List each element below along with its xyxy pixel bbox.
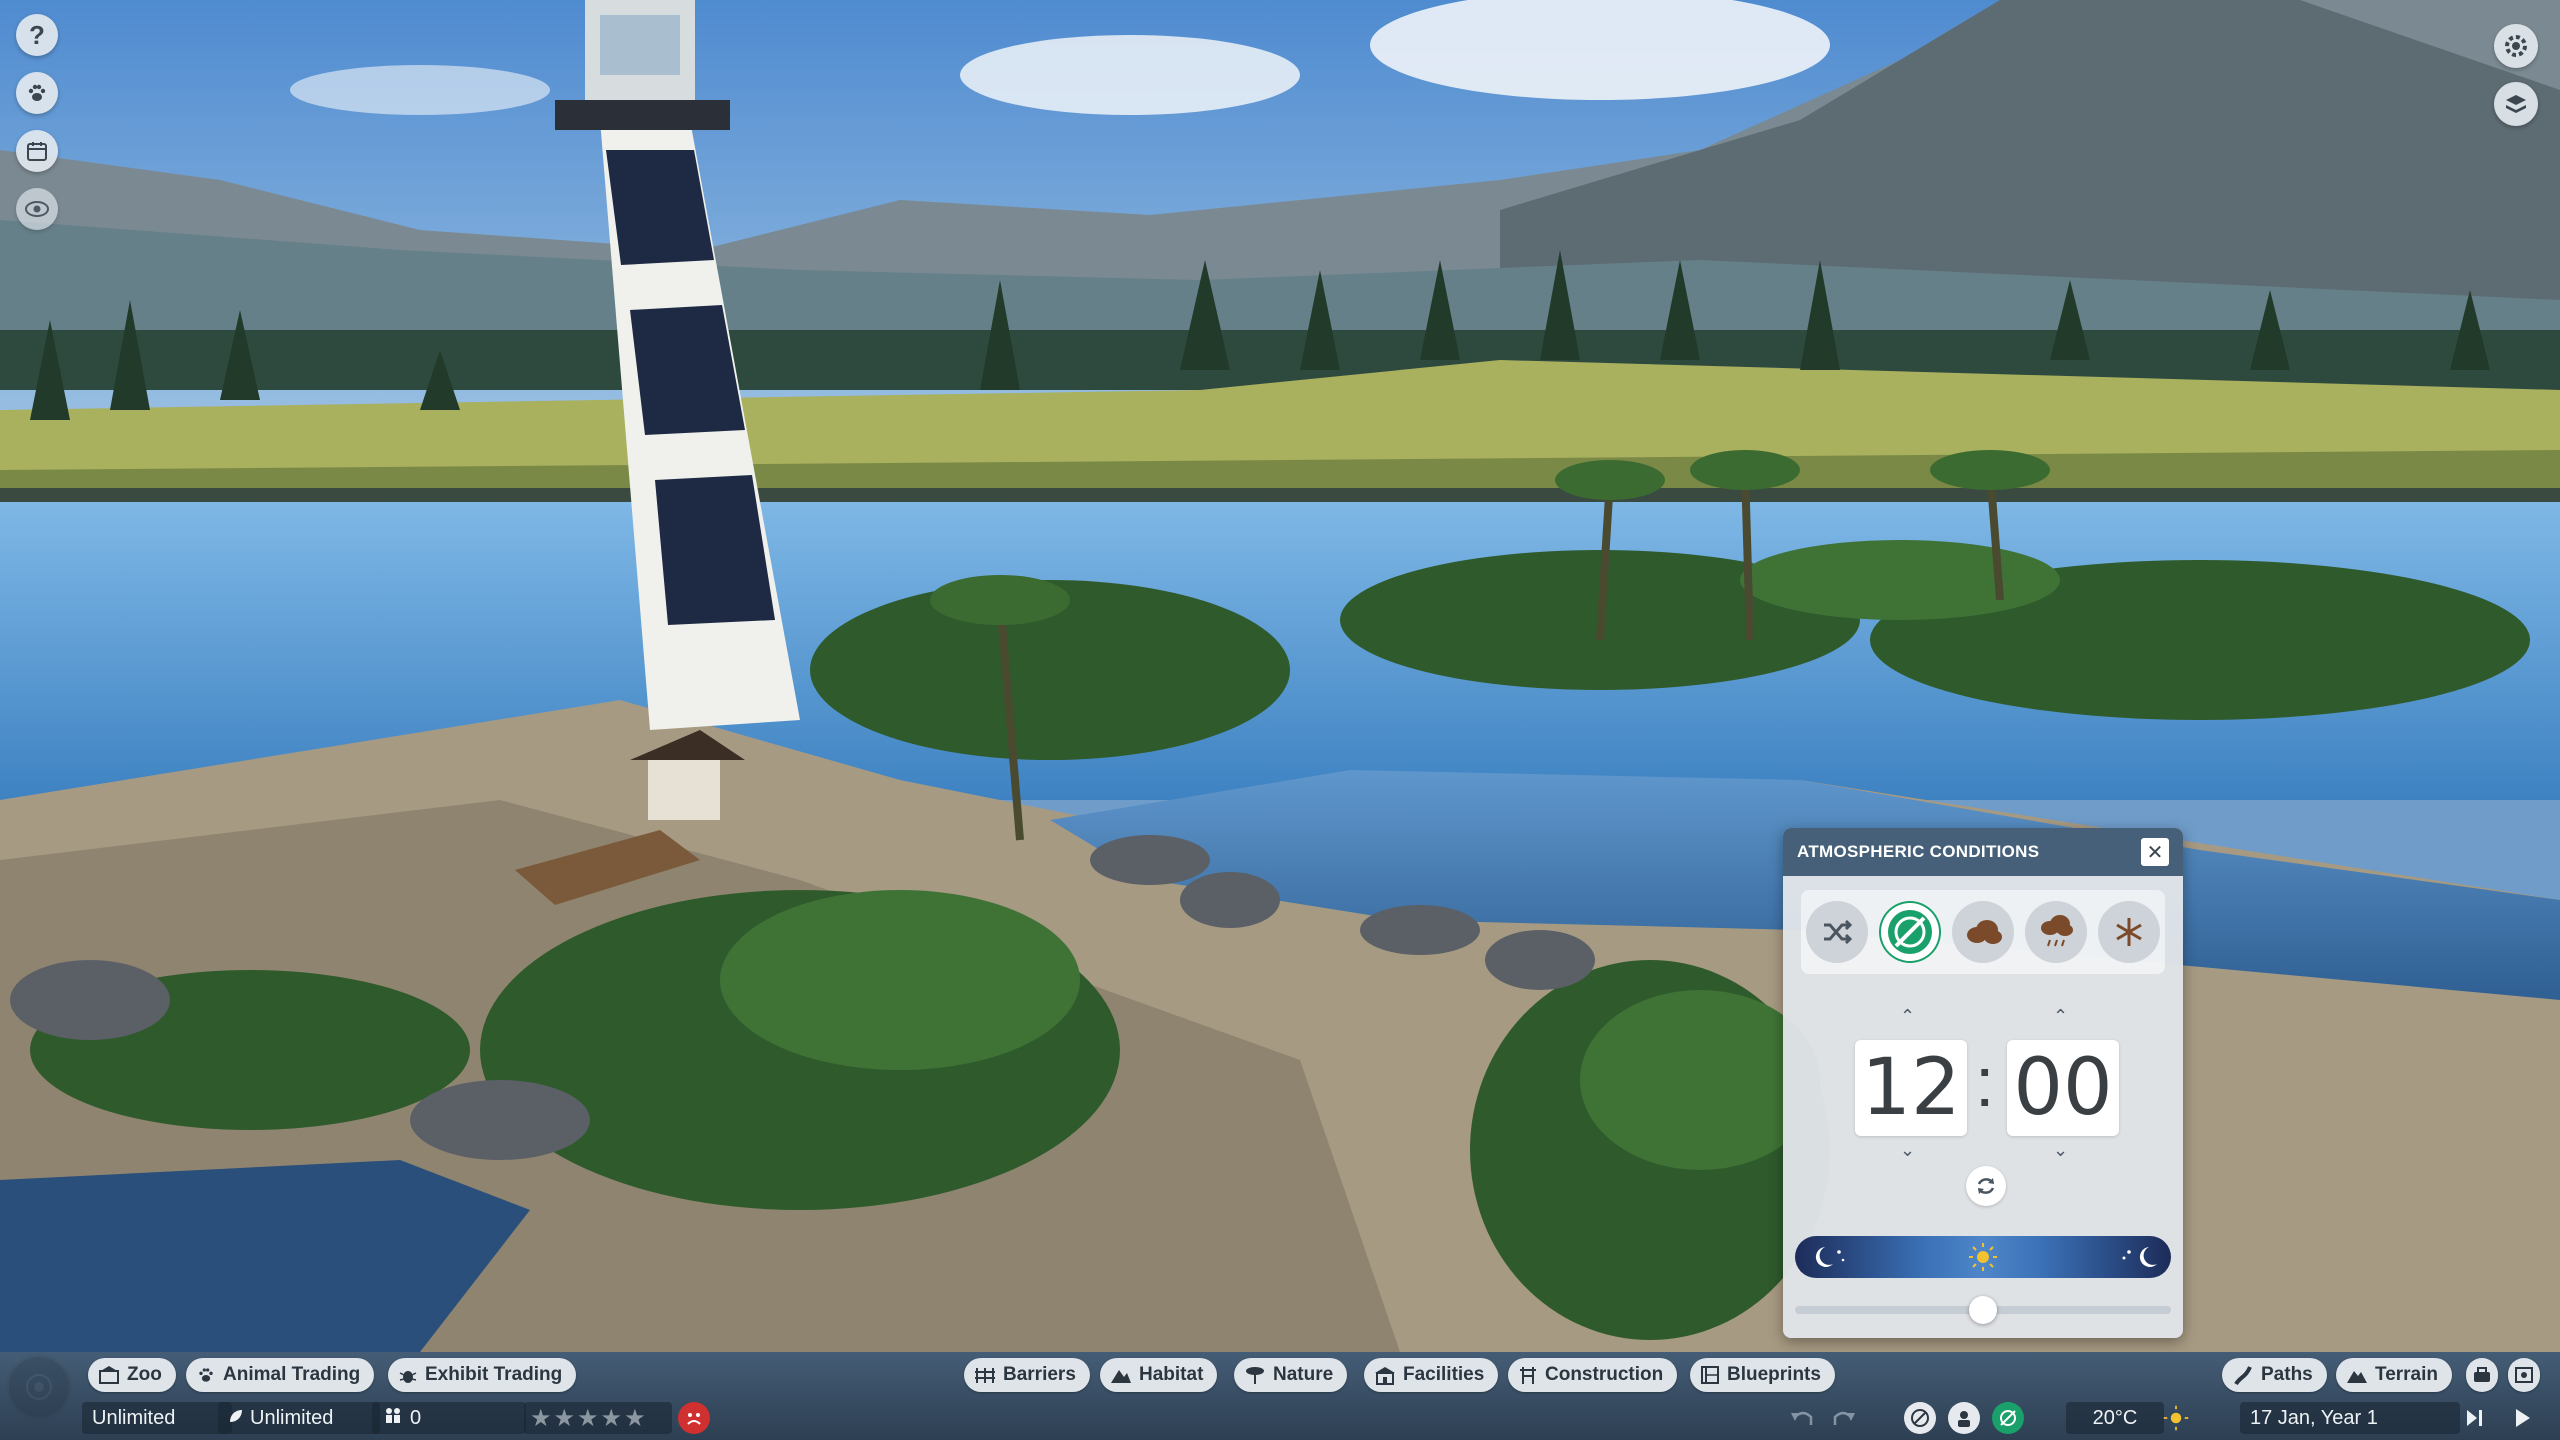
- date-display: 17 Jan, Year 1: [2240, 1402, 2460, 1434]
- settings-gear-icon: [2505, 35, 2527, 57]
- animal-paw-icon: [28, 84, 46, 101]
- guidebook-button[interactable]: [2494, 82, 2538, 126]
- photo-mode-icon: [2514, 1366, 2534, 1384]
- atmospheric-conditions-panel: ATMOSPHERIC CONDITIONS ✕ ⌃ ⌃ 12: 00 ⌄ ⌄: [1783, 828, 2183, 1338]
- time-slider-knob[interactable]: [1969, 1296, 1997, 1324]
- undo-icon: [1791, 1411, 1813, 1425]
- visibility-eye-icon: [25, 201, 49, 217]
- guidebook-icon: [2506, 95, 2526, 113]
- blueprints-icon: [1700, 1365, 1720, 1385]
- close-button[interactable]: ✕: [2141, 838, 2169, 866]
- weather-random-button[interactable]: [1806, 901, 1869, 963]
- star-icon: ★★★★★: [530, 1404, 648, 1432]
- menu-zoo[interactable]: Zoo: [88, 1358, 176, 1392]
- clear-weather-icon: [1888, 910, 1933, 954]
- research-display: Unlimited: [218, 1402, 380, 1434]
- redo-icon: [1833, 1411, 1855, 1425]
- panel-header: ATMOSPHERIC CONDITIONS: [1783, 828, 2183, 876]
- money-display: Unlimited: [82, 1402, 232, 1434]
- undo-button[interactable]: [1786, 1402, 1818, 1434]
- refresh-icon: [1977, 1178, 1995, 1194]
- time-separator: :: [1975, 1043, 1995, 1121]
- weather-status-button[interactable]: [1992, 1402, 2024, 1434]
- snowflake-icon: [2115, 918, 2142, 946]
- weather-sun-indicator: [2160, 1402, 2192, 1434]
- habitat-icon: [1110, 1366, 1132, 1384]
- minutes-up-arrow[interactable]: ⌃: [2053, 1006, 2068, 1027]
- menu-barriers[interactable]: Barriers: [964, 1358, 1090, 1392]
- staff-button[interactable]: [1948, 1402, 1980, 1434]
- calendar-icon: [27, 142, 47, 161]
- zoo-overview-icon: [1911, 1409, 1929, 1427]
- bottom-toolbar: Zoo Animal Trading Exhibit Trading Barri…: [0, 1352, 2560, 1440]
- bug-icon: [398, 1365, 418, 1385]
- moon-left-icon: [1815, 1247, 1845, 1267]
- weather-clear-button[interactable]: [1879, 901, 1942, 963]
- temperature-display: 20°C: [2066, 1402, 2164, 1434]
- moon-right-icon: [2122, 1247, 2157, 1267]
- menu-extra-two[interactable]: [2508, 1358, 2540, 1392]
- day-cycle-bar: [1795, 1236, 2171, 1278]
- menu-blueprints[interactable]: Blueprints: [1690, 1358, 1835, 1392]
- guest-happiness-indicator[interactable]: [678, 1402, 710, 1434]
- terrain-icon: [2346, 1366, 2368, 1384]
- hours-value: 12: [1861, 1043, 1961, 1133]
- play-speed-button[interactable]: [2506, 1402, 2538, 1434]
- zoo-rating-stars: ★★★★★: [524, 1402, 672, 1434]
- menu-exhibit-trading[interactable]: Exhibit Trading: [388, 1358, 577, 1392]
- minutes-value: 00: [2013, 1043, 2113, 1133]
- paths-icon: [2232, 1365, 2254, 1385]
- research-leaf-icon: [228, 1407, 244, 1430]
- zoo-icon: [98, 1365, 120, 1385]
- paw-icon: [196, 1365, 216, 1385]
- minutes-display[interactable]: 00: [2007, 1040, 2119, 1136]
- redo-button[interactable]: [1828, 1402, 1860, 1434]
- sun-status-icon: [2163, 1405, 2189, 1431]
- tool-icon: [2472, 1366, 2492, 1384]
- menu-nature[interactable]: Nature: [1234, 1358, 1348, 1392]
- weather-options: [1801, 890, 2165, 974]
- guests-display: 0: [372, 1402, 526, 1434]
- weather-status-icon: [2000, 1410, 2016, 1426]
- menu-animal-trading[interactable]: Animal Trading: [186, 1358, 375, 1392]
- settings-button[interactable]: [2494, 24, 2538, 68]
- weather-cloudy-button[interactable]: [1951, 901, 2014, 963]
- shuffle-icon: [1824, 919, 1853, 945]
- guests-icon: [382, 1406, 404, 1430]
- sun-icon: [1969, 1243, 1997, 1271]
- hours-down-arrow[interactable]: ⌄: [1900, 1140, 1915, 1161]
- help-button[interactable]: ?: [16, 14, 58, 56]
- menu-construction[interactable]: Construction: [1508, 1358, 1678, 1392]
- visibility-button[interactable]: [16, 188, 58, 230]
- menu-habitat[interactable]: Habitat: [1100, 1358, 1218, 1392]
- cloud-icon: [1966, 920, 2002, 944]
- facilities-icon: [1374, 1365, 1396, 1385]
- rain-cloud-icon: [2040, 915, 2073, 947]
- animals-button[interactable]: [16, 72, 58, 114]
- minutes-down-arrow[interactable]: ⌄: [2053, 1140, 2068, 1161]
- hours-up-arrow[interactable]: ⌃: [1900, 1006, 1915, 1027]
- help-icon: ?: [29, 19, 45, 50]
- menu-paths[interactable]: Paths: [2222, 1358, 2327, 1392]
- zoo-overview-button[interactable]: [1904, 1402, 1936, 1434]
- play-icon: [2516, 1409, 2530, 1427]
- nature-icon: [1244, 1365, 1266, 1385]
- hours-display[interactable]: 12: [1855, 1040, 1967, 1136]
- pause-play-button[interactable]: [2458, 1402, 2490, 1434]
- staff-icon: [1958, 1411, 1970, 1427]
- close-icon: ✕: [2146, 841, 2164, 864]
- reset-time-button[interactable]: [1966, 1166, 2006, 1206]
- weather-snow-button[interactable]: [2097, 901, 2160, 963]
- menu-facilities[interactable]: Facilities: [1364, 1358, 1499, 1392]
- sad-face-icon: [687, 1413, 701, 1425]
- panel-title: ATMOSPHERIC CONDITIONS: [1797, 842, 2040, 861]
- calendar-button[interactable]: [16, 130, 58, 172]
- construction-icon: [1518, 1365, 1538, 1385]
- weather-rain-button[interactable]: [2024, 901, 2087, 963]
- play-pause-icon: [2467, 1410, 2482, 1426]
- barrier-icon: [974, 1366, 996, 1384]
- menu-extra-one[interactable]: [2466, 1358, 2498, 1392]
- menu-terrain[interactable]: Terrain: [2336, 1358, 2453, 1392]
